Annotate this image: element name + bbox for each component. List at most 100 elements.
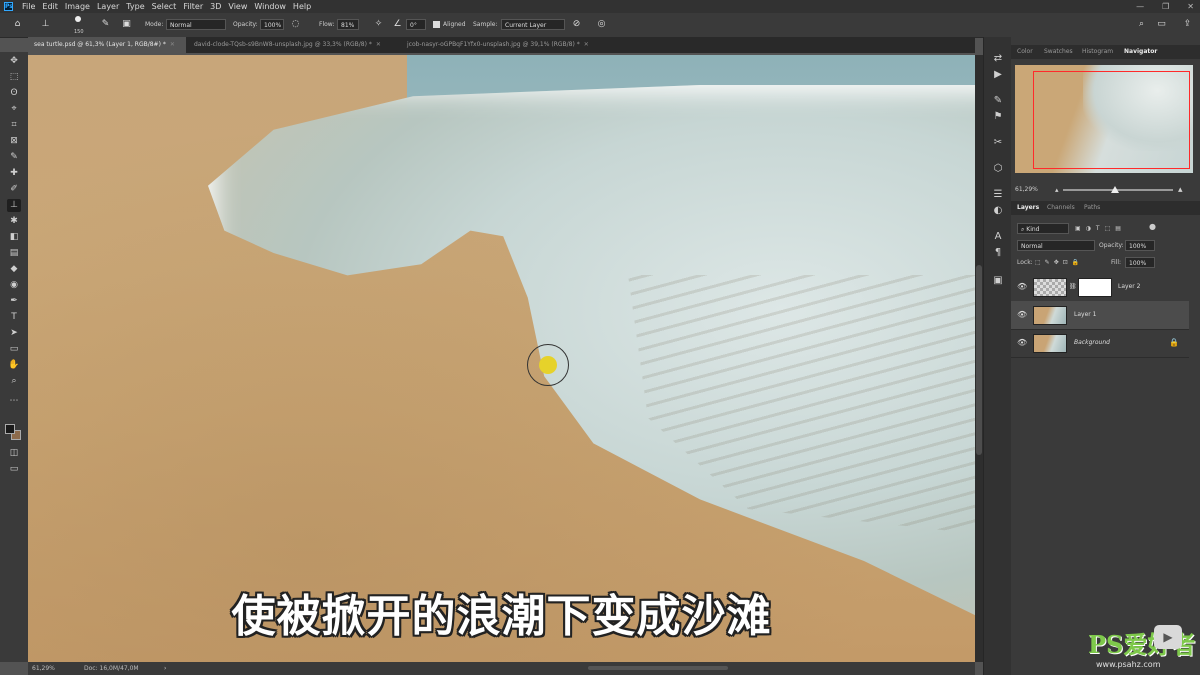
flow-input[interactable]: 81% xyxy=(337,19,359,30)
eraser-tool-icon[interactable]: ◧ xyxy=(7,231,21,244)
menu-view[interactable]: View xyxy=(228,0,247,13)
status-menu-icon[interactable]: › xyxy=(164,662,166,675)
aligned-checkbox[interactable] xyxy=(433,21,440,28)
tool-presets-icon[interactable]: ✂ xyxy=(992,137,1004,149)
layer-name[interactable]: Background xyxy=(1074,329,1110,357)
close-icon[interactable]: ✕ xyxy=(1187,0,1194,13)
layers-panel-icon[interactable]: ▣ xyxy=(992,275,1004,287)
crop-tool-icon[interactable]: ⌗ xyxy=(7,119,21,132)
tab-channels[interactable]: Channels xyxy=(1047,201,1075,215)
layer-opacity-input[interactable]: 100% xyxy=(1125,240,1155,251)
pressure-opacity-icon[interactable]: ◌ xyxy=(290,19,301,30)
layer-name[interactable]: Layer 1 xyxy=(1074,301,1096,329)
share-icon[interactable]: ⇪ xyxy=(1182,19,1193,30)
menu-filter[interactable]: Filter xyxy=(183,0,203,13)
paragraph-icon[interactable]: ¶ xyxy=(992,247,1004,259)
menu-window[interactable]: Window xyxy=(254,0,286,13)
brush-preview[interactable] xyxy=(70,14,86,24)
document-canvas[interactable]: 使被掀开的浪潮下变成沙滩 xyxy=(28,55,975,662)
zoom-slider-knob[interactable] xyxy=(1111,186,1119,193)
layer-name[interactable]: Layer 2 xyxy=(1118,273,1140,301)
frame-tool-icon[interactable]: ⊠ xyxy=(7,135,21,148)
menu-3d[interactable]: 3D xyxy=(210,0,221,13)
close-icon[interactable]: ✕ xyxy=(584,41,589,48)
clone-source-icon[interactable]: ▣ xyxy=(121,19,132,30)
tab-histogram[interactable]: Histogram xyxy=(1082,45,1113,59)
history-brush-tool-icon[interactable]: ✱ xyxy=(7,215,21,228)
brush-panel-icon[interactable]: ✎ xyxy=(992,95,1004,107)
menu-file[interactable]: File xyxy=(22,0,35,13)
brush-tool-icon[interactable]: ✐ xyxy=(7,183,21,196)
sample-select[interactable]: Current Layer xyxy=(501,19,565,30)
brush-settings-icon[interactable]: ✎ xyxy=(100,19,111,30)
restore-icon[interactable]: ❐ xyxy=(1162,0,1169,13)
properties-icon[interactable]: ☰ xyxy=(992,189,1004,201)
menu-edit[interactable]: Edit xyxy=(42,0,58,13)
close-icon[interactable]: ✕ xyxy=(170,41,175,48)
screen-mode-icon[interactable]: ▭ xyxy=(7,463,21,476)
fill-input[interactable]: 100% xyxy=(1125,257,1155,268)
canvas-vertical-scrollbar[interactable] xyxy=(975,55,983,662)
blend-mode-select[interactable]: Normal xyxy=(1017,240,1095,251)
menu-image[interactable]: Image xyxy=(65,0,90,13)
link-icon[interactable]: ⛓ xyxy=(1069,273,1077,301)
character-icon[interactable]: A xyxy=(992,231,1004,243)
tab-layers[interactable]: Layers xyxy=(1017,201,1039,215)
3d-panel-icon[interactable]: ⬡ xyxy=(992,163,1004,175)
path-select-tool-icon[interactable]: ➤ xyxy=(7,327,21,340)
layer-filter-kind[interactable]: ⌕ Kind xyxy=(1017,223,1069,234)
arrange-icon[interactable]: ⇄ xyxy=(992,53,1004,65)
angle-input[interactable]: 0° xyxy=(406,19,426,30)
layer-row[interactable]: 👁 ⛓ Layer 2 xyxy=(1011,273,1189,302)
navigator-view-box[interactable] xyxy=(1033,71,1190,169)
visibility-eye-icon[interactable]: 👁 xyxy=(1017,273,1027,301)
tab-color[interactable]: Color xyxy=(1017,45,1033,59)
pressure-size-icon[interactable]: ◎ xyxy=(596,19,607,30)
mode-select[interactable]: Normal xyxy=(166,19,226,30)
airbrush-icon[interactable]: ✧ xyxy=(373,19,384,30)
tab-jcob-nasyr[interactable]: jcob-nasyr-oGPBqF1Yfx0-unsplash.jpg @ 39… xyxy=(401,37,607,53)
move-tool-icon[interactable]: ✥ xyxy=(7,55,21,68)
lock-icon[interactable]: 🔒 xyxy=(1169,329,1179,357)
hand-tool-icon[interactable]: ✋ xyxy=(7,359,21,372)
more-tools-icon[interactable]: ⋯ xyxy=(7,395,21,408)
home-icon[interactable]: ⌂ xyxy=(12,19,23,30)
navigator-preview[interactable] xyxy=(1015,65,1193,173)
close-icon[interactable]: ✕ xyxy=(376,41,381,48)
gradient-tool-icon[interactable]: ▤ xyxy=(7,247,21,260)
zoom-tool-icon[interactable]: ⌕ xyxy=(7,375,21,388)
clone-stamp-preset-icon[interactable]: ⊥ xyxy=(40,19,51,30)
ignore-adjustment-icon[interactable]: ⊘ xyxy=(571,19,582,30)
menu-layer[interactable]: Layer xyxy=(97,0,119,13)
menu-help[interactable]: Help xyxy=(293,0,311,13)
visibility-eye-icon[interactable]: 👁 xyxy=(1017,329,1027,357)
blur-tool-icon[interactable]: ◆ xyxy=(7,263,21,276)
healing-brush-tool-icon[interactable]: ✚ xyxy=(7,167,21,180)
tab-david-clode[interactable]: david-clode-TQsb-s9BnW8-unsplash.jpg @ 3… xyxy=(188,37,402,53)
zoom-out-icon[interactable]: ▴ xyxy=(1055,185,1059,195)
pen-tool-icon[interactable]: ✒ xyxy=(7,295,21,308)
brush-presets-icon[interactable]: ⚑ xyxy=(992,111,1004,123)
clone-stamp-tool-icon[interactable]: ⊥ xyxy=(7,199,21,212)
layer-mask-thumbnail[interactable] xyxy=(1078,278,1112,297)
tab-navigator[interactable]: Navigator xyxy=(1124,45,1157,59)
menu-select[interactable]: Select xyxy=(152,0,177,13)
filter-toggle-icon[interactable]: ● xyxy=(1149,221,1156,232)
marquee-tool-icon[interactable]: ⬚ xyxy=(7,71,21,84)
quick-mask-icon[interactable]: ◫ xyxy=(7,447,21,460)
opacity-input[interactable]: 100% xyxy=(260,19,284,30)
tab-paths[interactable]: Paths xyxy=(1084,201,1100,215)
scrollbar-thumb[interactable] xyxy=(976,265,982,455)
layer-row[interactable]: 👁 Layer 1 xyxy=(1011,301,1189,330)
minimize-icon[interactable]: — xyxy=(1136,0,1144,13)
eyedropper-tool-icon[interactable]: ✎ xyxy=(7,151,21,164)
adjustments-icon[interactable]: ◐ xyxy=(992,205,1004,217)
navigator-zoom-value[interactable]: 61,29% xyxy=(1015,186,1038,193)
layer-row[interactable]: 👁 Background 🔒 xyxy=(1011,329,1189,358)
shape-tool-icon[interactable]: ▭ xyxy=(7,343,21,356)
layer-filter-icons[interactable]: ▣◑T⬚▤ xyxy=(1075,223,1126,234)
foreground-color-swatch[interactable] xyxy=(5,424,15,434)
menu-type[interactable]: Type xyxy=(126,0,144,13)
lasso-tool-icon[interactable]: ʘ xyxy=(7,87,21,100)
type-tool-icon[interactable]: T xyxy=(7,311,21,324)
